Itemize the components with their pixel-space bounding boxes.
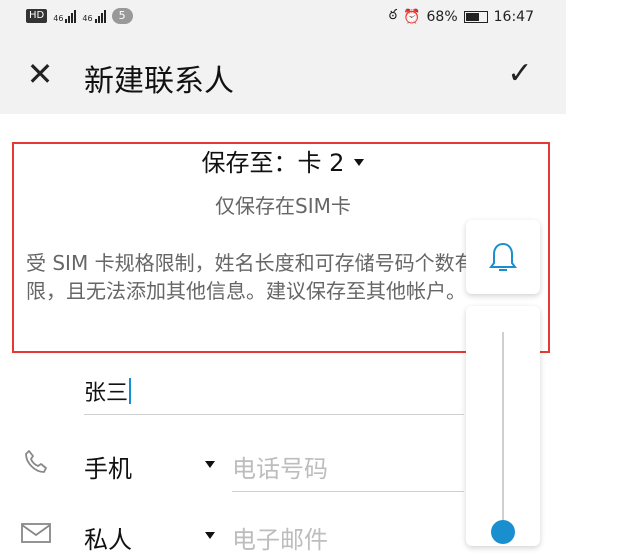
save-location-label: 保存至：卡 2 bbox=[201, 149, 345, 177]
battery-icon bbox=[463, 10, 488, 23]
chevron-down-icon bbox=[205, 461, 215, 468]
eye-comfort-icon: ఠ bbox=[388, 7, 398, 23]
close-icon[interactable]: ✕ bbox=[20, 54, 60, 94]
save-location-selector[interactable]: 保存至：卡 2 bbox=[0, 143, 566, 178]
name-value: 张三 bbox=[84, 381, 129, 406]
volume-knob[interactable] bbox=[491, 520, 515, 544]
phone-icon bbox=[25, 450, 47, 473]
phone-input[interactable]: 电话号码 bbox=[232, 449, 328, 484]
ringer-mode-button[interactable] bbox=[466, 220, 540, 294]
hd-badge: HD bbox=[26, 9, 48, 23]
name-underline bbox=[84, 414, 464, 415]
sim-limit-notice: 受 SIM 卡规格限制，姓名长度和可存储号码个数有限，且无法添加其他信息。建议保… bbox=[26, 251, 475, 303]
app-bar: ✕ 新建联系人 ✓ bbox=[0, 34, 566, 114]
email-input[interactable]: 电子邮件 bbox=[232, 520, 328, 555]
chevron-down-icon bbox=[354, 159, 365, 166]
volume-track[interactable] bbox=[502, 332, 504, 532]
text-cursor bbox=[129, 378, 132, 404]
volume-slider-panel bbox=[466, 306, 540, 546]
phone-type-selector[interactable]: 手机 bbox=[84, 449, 132, 484]
name-input[interactable]: 张三 bbox=[84, 375, 464, 415]
save-location-subtitle: 仅保存在SIM卡 bbox=[215, 194, 351, 218]
signal-1-label: 46 bbox=[53, 13, 64, 23]
notification-count-badge: 5 bbox=[111, 8, 133, 24]
alarm-icon: ⏰ bbox=[403, 8, 421, 25]
signal-2-label: 46 bbox=[82, 13, 93, 23]
mail-icon bbox=[21, 523, 51, 543]
check-icon[interactable]: ✓ bbox=[498, 54, 542, 94]
status-bar: HD 46 46 5 ఠ ⏰ 68% 16:47 bbox=[0, 0, 566, 34]
status-right: ఠ ⏰ 68% 16:47 bbox=[389, 7, 534, 26]
bell-icon bbox=[489, 242, 517, 271]
phone-underline bbox=[232, 491, 464, 492]
signal-2-icon: 46 bbox=[82, 9, 106, 23]
battery-text: 68% bbox=[426, 8, 458, 25]
status-left: HD 46 46 5 bbox=[26, 8, 133, 24]
signal-1-icon: 46 bbox=[53, 9, 77, 23]
status-time: 16:47 bbox=[493, 8, 534, 25]
email-type-selector[interactable]: 私人 bbox=[84, 520, 132, 555]
page-title: 新建联系人 bbox=[84, 64, 234, 99]
